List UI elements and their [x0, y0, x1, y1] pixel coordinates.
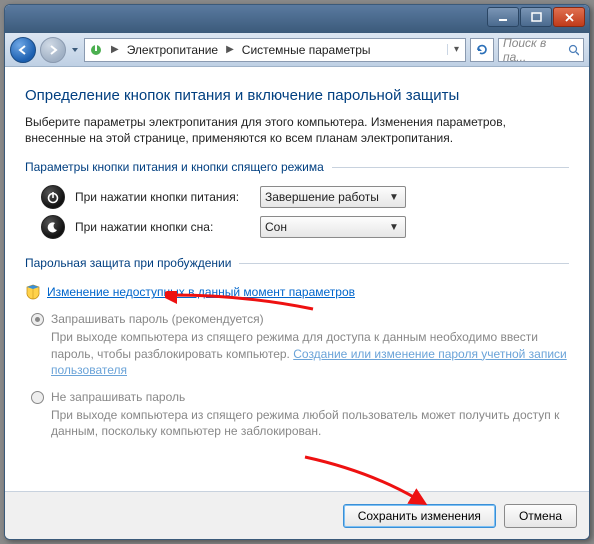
breadcrumb-dropdown-icon[interactable]: ▾: [447, 44, 465, 55]
save-button[interactable]: Сохранить изменения: [343, 504, 496, 528]
power-icon: [41, 185, 65, 209]
power-button-action-select[interactable]: Завершение работы ▼: [260, 186, 406, 208]
search-input[interactable]: Поиск в па...: [498, 38, 584, 62]
history-dropdown-icon[interactable]: [70, 40, 80, 60]
control-panel-window: ▶ Электропитание ▶ Системные параметры ▾…: [4, 4, 590, 540]
group-password-title: Парольная защита при пробуждении: [25, 256, 231, 270]
forward-button[interactable]: [40, 37, 66, 63]
power-plan-icon: [85, 42, 107, 58]
sleep-button-row: При нажатии кнопки сна: Сон ▼: [25, 212, 569, 242]
moon-icon: [41, 215, 65, 239]
require-password-radio[interactable]: [31, 313, 44, 326]
require-password-label: Запрашивать пароль (рекомендуется): [51, 312, 264, 326]
group-buttons-title: Параметры кнопки питания и кнопки спящег…: [25, 160, 324, 174]
address-bar: ▶ Электропитание ▶ Системные параметры ▾…: [5, 33, 589, 67]
power-button-label: При нажатии кнопки питания:: [75, 190, 260, 204]
titlebar: [5, 5, 589, 33]
no-password-label: Не запрашивать пароль: [51, 390, 185, 404]
breadcrumb[interactable]: ▶ Электропитание ▶ Системные параметры ▾: [84, 38, 466, 62]
crumb-power[interactable]: Электропитание: [123, 43, 222, 57]
page-description: Выберите параметры электропитания для эт…: [25, 114, 569, 146]
require-password-radio-row: Запрашивать пароль (рекомендуется): [25, 310, 569, 328]
back-button[interactable]: [10, 37, 36, 63]
no-password-radio[interactable]: [31, 391, 44, 404]
cancel-button[interactable]: Отмена: [504, 504, 577, 528]
maximize-button[interactable]: [520, 7, 552, 27]
power-button-row: При нажатии кнопки питания: Завершение р…: [25, 182, 569, 212]
crumb-system-params[interactable]: Системные параметры: [238, 43, 375, 57]
sleep-button-action-select[interactable]: Сон ▼: [260, 216, 406, 238]
chevron-down-icon: ▼: [387, 192, 401, 203]
page-title: Определение кнопок питания и включение п…: [25, 87, 569, 104]
chevron-right-icon: ▶: [107, 44, 123, 55]
chevron-right-icon: ▶: [222, 44, 238, 55]
group-buttons-header: Параметры кнопки питания и кнопки спящег…: [25, 160, 569, 174]
sleep-button-label: При нажатии кнопки сна:: [75, 220, 260, 234]
change-unavailable-link[interactable]: Изменение недоступных в данный момент па…: [47, 285, 355, 299]
refresh-button[interactable]: [470, 38, 494, 62]
change-unavailable-row: Изменение недоступных в данный момент па…: [25, 278, 569, 310]
search-placeholder: Поиск в па...: [503, 36, 568, 64]
group-password-header: Парольная защита при пробуждении: [25, 256, 569, 270]
no-password-desc: При выходе компьютера из спящего режима …: [25, 406, 569, 449]
minimize-button[interactable]: [487, 7, 519, 27]
shield-icon: [25, 284, 41, 300]
close-button[interactable]: [553, 7, 585, 27]
no-password-radio-row: Не запрашивать пароль: [25, 388, 569, 406]
search-icon: [568, 44, 579, 56]
require-password-desc: При выходе компьютера из спящего режима …: [25, 328, 569, 388]
footer: Сохранить изменения Отмена: [5, 491, 589, 539]
content-area: Определение кнопок питания и включение п…: [5, 67, 589, 491]
chevron-down-icon: ▼: [387, 222, 401, 233]
